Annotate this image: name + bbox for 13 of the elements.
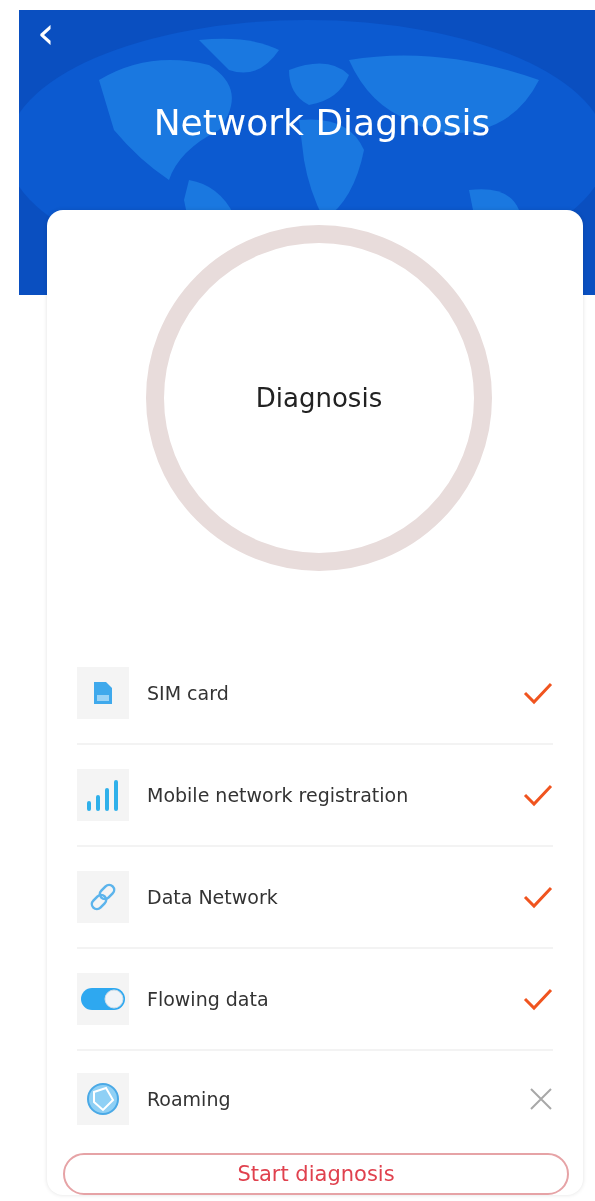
sim-card-icon [92, 680, 114, 706]
check-label: Roaming [147, 1088, 232, 1110]
check-label: Flowing data [147, 988, 270, 1010]
start-diagnosis-button[interactable]: Start diagnosis [63, 1153, 569, 1195]
check-label: SIM card [147, 682, 230, 704]
page-title: Network Diagnosis [152, 102, 492, 143]
check-label: Data Network [147, 886, 279, 908]
signal-bars-icon [86, 779, 120, 811]
globe-icon [86, 1082, 120, 1116]
back-button[interactable]: ‹ [37, 16, 55, 50]
toggle-icon [81, 988, 125, 1010]
check-label: Mobile network registration [147, 784, 410, 806]
diagnosis-dial[interactable]: Diagnosis [146, 225, 492, 571]
